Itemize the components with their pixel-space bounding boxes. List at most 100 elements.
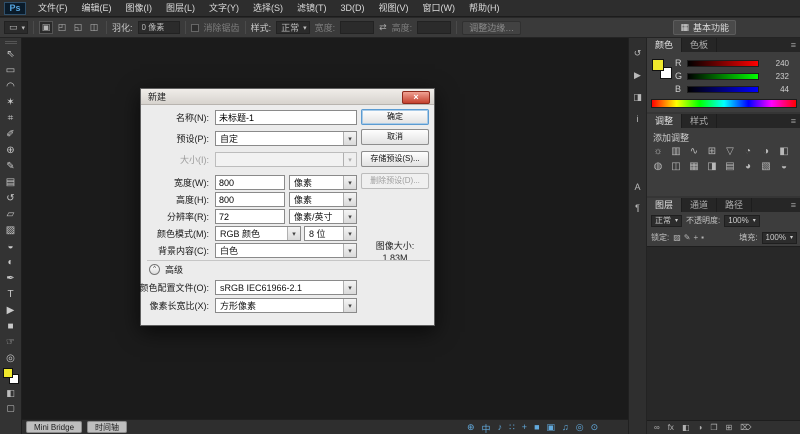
anti-alias-checkbox[interactable] bbox=[191, 24, 199, 32]
lasso-tool-icon[interactable]: ◠ bbox=[1, 78, 21, 94]
color-tab-1[interactable]: 色板 bbox=[682, 38, 717, 52]
color-mode-select[interactable]: RGB 颜色 ▾ bbox=[215, 226, 301, 241]
preset-select[interactable]: 自定 ▾ bbox=[215, 131, 357, 146]
height-unit-select[interactable]: 像素 ▾ bbox=[289, 192, 357, 207]
curves-icon[interactable]: ∿ bbox=[685, 144, 703, 159]
feather-input[interactable] bbox=[138, 21, 180, 34]
foreground-color-swatch[interactable] bbox=[652, 59, 664, 71]
background-select[interactable]: 白色 ▾ bbox=[215, 243, 357, 258]
panel-color-swatches[interactable] bbox=[652, 59, 672, 79]
hand-tool-icon[interactable]: ☞ bbox=[1, 334, 21, 350]
menu-item-10[interactable]: 帮助(H) bbox=[462, 0, 507, 17]
paragraph-panel-icon[interactable]: ¶ bbox=[635, 203, 640, 213]
dialog-title[interactable]: 新建 bbox=[141, 89, 434, 105]
zoom-icon[interactable]: ◎ bbox=[576, 422, 584, 434]
move-tool-icon[interactable]: ⇖ bbox=[1, 46, 21, 62]
lock-all-icon[interactable]: ▪ bbox=[701, 233, 704, 242]
save-preset-button[interactable]: 存储预设(S)... bbox=[361, 151, 429, 167]
menu-item-0[interactable]: 文件(F) bbox=[31, 0, 75, 17]
adjustment-layer-icon[interactable]: ◑ bbox=[698, 423, 703, 432]
blend-mode-select[interactable]: 正常 ▾ bbox=[651, 215, 682, 227]
layers-tab-1[interactable]: 通道 bbox=[682, 198, 717, 212]
dodge-tool-icon[interactable]: ◐ bbox=[1, 254, 21, 270]
brush-tool-icon[interactable]: ✎ bbox=[1, 158, 21, 174]
dots-grid-icon[interactable]: ∷ bbox=[509, 422, 515, 434]
refine-edge-button[interactable]: 调整边缘… bbox=[462, 21, 521, 35]
swap-dimensions-icon[interactable]: ⇄ bbox=[379, 22, 387, 33]
crop-tool-icon[interactable]: ⌗ bbox=[1, 110, 21, 126]
add-selection-icon[interactable]: ◰ bbox=[55, 21, 69, 34]
tool-preset-picker[interactable]: ▭ ▾ bbox=[4, 21, 28, 34]
gradient-tool-icon[interactable]: ▨ bbox=[1, 222, 21, 238]
history-panel-icon[interactable]: ↺ bbox=[634, 48, 642, 59]
opacity-select[interactable]: 100% ▾ bbox=[724, 215, 759, 227]
photo-filter-icon[interactable]: ◍ bbox=[649, 159, 667, 174]
stop-icon[interactable]: ■ bbox=[534, 422, 539, 434]
subtract-selection-icon[interactable]: ◱ bbox=[71, 21, 85, 34]
color-spectrum-ramp[interactable] bbox=[651, 99, 797, 108]
clone-stamp-tool-icon[interactable]: ▤ bbox=[1, 174, 21, 190]
menu-item-5[interactable]: 选择(S) bbox=[246, 0, 290, 17]
exposure-icon[interactable]: ⊞ bbox=[703, 144, 721, 159]
adjust-tab-1[interactable]: 样式 bbox=[682, 114, 717, 128]
pen-tool-icon[interactable]: ✒ bbox=[1, 270, 21, 286]
red-slider[interactable] bbox=[687, 60, 759, 67]
green-slider[interactable] bbox=[687, 73, 759, 80]
menu-item-7[interactable]: 3D(D) bbox=[334, 0, 372, 17]
screen-mode-icon[interactable]: ▢ bbox=[1, 401, 21, 416]
vibrance-icon[interactable]: ▽ bbox=[721, 144, 739, 159]
note-icon[interactable]: ♪ bbox=[498, 422, 503, 434]
close-icon[interactable]: × bbox=[402, 91, 430, 104]
layers-tab-0[interactable]: 图层 bbox=[647, 198, 682, 212]
shape-tool-icon[interactable]: ■ bbox=[1, 318, 21, 334]
layers-tab-2[interactable]: 路径 bbox=[717, 198, 752, 212]
levels-icon[interactable]: ▥ bbox=[667, 144, 685, 159]
actions-panel-icon[interactable]: ▶ bbox=[634, 70, 641, 81]
zoom-tool-icon[interactable]: ◎ bbox=[1, 350, 21, 366]
bit-depth-select[interactable]: 8 位 ▾ bbox=[304, 226, 357, 241]
menu-item-6[interactable]: 滤镜(T) bbox=[290, 0, 334, 17]
quick-selection-tool-icon[interactable]: ✶ bbox=[1, 94, 21, 110]
workspace-switcher[interactable]: ▦ 基本功能 bbox=[673, 20, 736, 35]
new-selection-icon[interactable]: ▣ bbox=[39, 21, 53, 34]
height-input[interactable] bbox=[417, 21, 451, 34]
name-input[interactable] bbox=[215, 110, 357, 125]
width-input[interactable] bbox=[215, 175, 285, 190]
path-selection-tool-icon[interactable]: ▶ bbox=[1, 302, 21, 318]
ok-button[interactable]: 确定 bbox=[361, 109, 429, 125]
eraser-tool-icon[interactable]: ▱ bbox=[1, 206, 21, 222]
new-layer-icon[interactable]: ⊞ bbox=[726, 423, 733, 432]
fill-select[interactable]: 100% ▾ bbox=[762, 232, 797, 244]
color-swatches[interactable] bbox=[3, 368, 19, 384]
dot-circle-icon[interactable]: ⊙ bbox=[591, 422, 599, 434]
menu-item-2[interactable]: 图像(I) bbox=[119, 0, 160, 17]
quick-mask-icon[interactable]: ◧ bbox=[1, 386, 21, 401]
height-input[interactable] bbox=[215, 192, 285, 207]
foreground-color-swatch[interactable] bbox=[3, 368, 13, 378]
info-panel-icon[interactable]: i bbox=[636, 114, 638, 124]
target-move-icon[interactable]: ⊕ bbox=[467, 422, 475, 434]
hue-saturation-icon[interactable]: ◔ bbox=[739, 144, 757, 159]
zhong-icon[interactable]: 中 bbox=[482, 422, 491, 434]
layers-list[interactable] bbox=[647, 246, 800, 420]
history-brush-tool-icon[interactable]: ↺ bbox=[1, 190, 21, 206]
type-tool-icon[interactable]: T bbox=[1, 286, 21, 302]
lock-pixels-icon[interactable]: ✎ bbox=[684, 233, 691, 242]
blue-slider[interactable] bbox=[687, 86, 759, 93]
brightness-contrast-icon[interactable]: ☼ bbox=[649, 144, 667, 159]
width-input[interactable] bbox=[340, 21, 374, 34]
collapse-advanced-icon[interactable]: ^ bbox=[149, 264, 160, 275]
panel-menu-icon[interactable]: ≡ bbox=[786, 198, 800, 212]
marquee-tool-icon[interactable]: ▭ bbox=[1, 62, 21, 78]
toolbar-grip[interactable] bbox=[5, 41, 17, 44]
layer-group-icon[interactable]: ❒ bbox=[710, 423, 717, 432]
cross-icon[interactable]: + bbox=[522, 422, 527, 434]
delete-layer-icon[interactable]: ⌦ bbox=[740, 423, 751, 432]
resolution-unit-select[interactable]: 像素/英寸 ▾ bbox=[289, 209, 357, 224]
timeline-button[interactable]: 时间轴 bbox=[87, 421, 127, 433]
layer-style-icon[interactable]: fx bbox=[668, 423, 674, 432]
black-white-icon[interactable]: ◧ bbox=[775, 144, 793, 159]
healing-brush-tool-icon[interactable]: ⊕ bbox=[1, 142, 21, 158]
threshold-icon[interactable]: ◕ bbox=[739, 159, 757, 174]
character-panel-icon[interactable]: A bbox=[634, 182, 640, 192]
